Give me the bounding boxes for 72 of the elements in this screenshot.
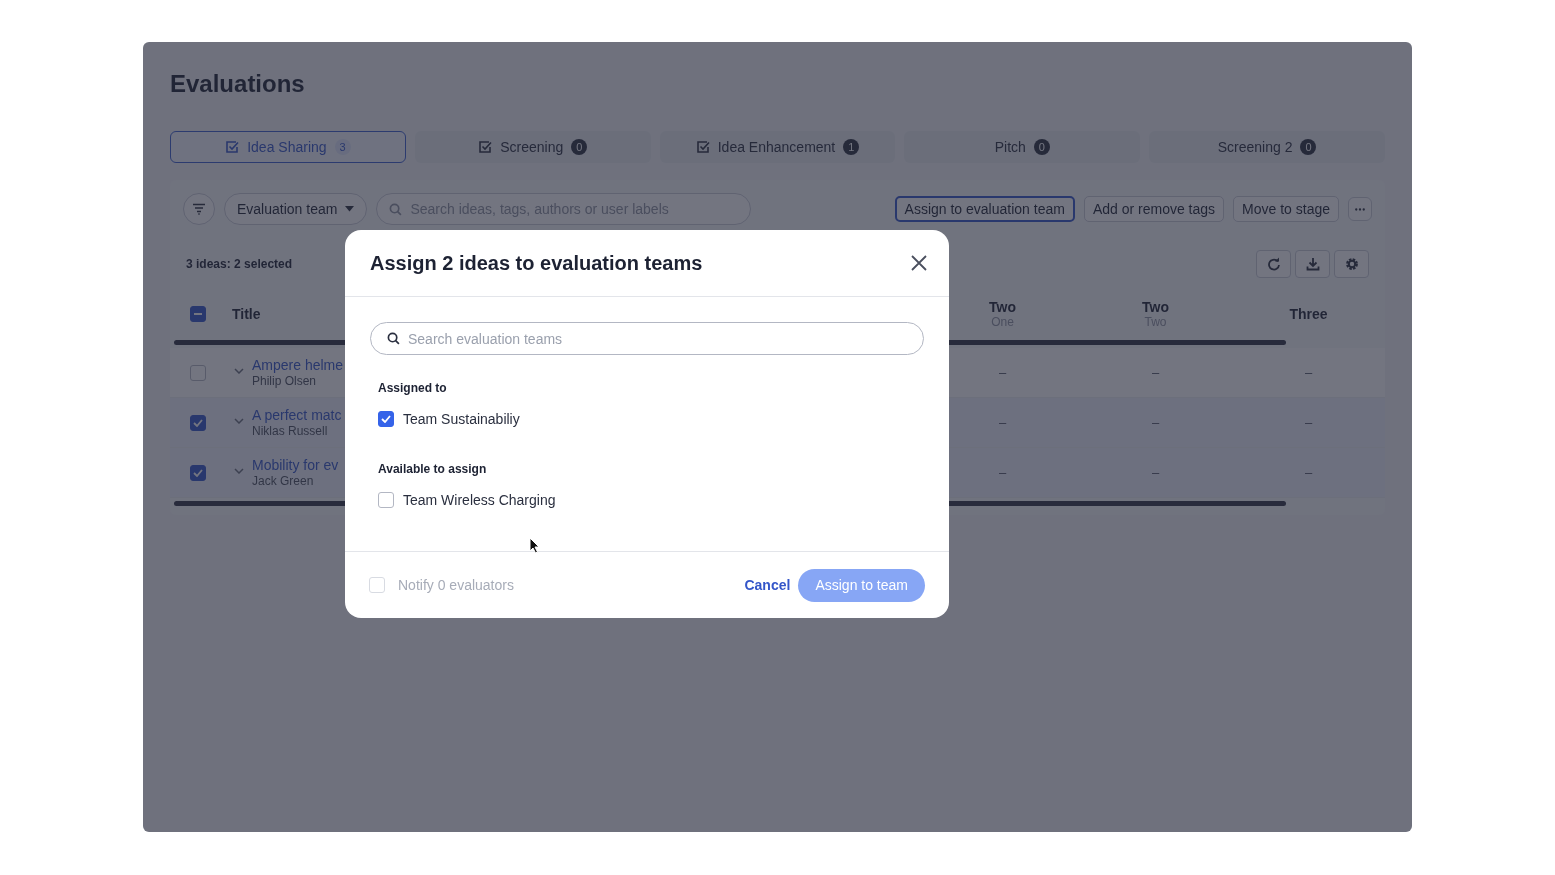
checkmark-icon [193, 418, 203, 427]
refresh-icon [1266, 257, 1281, 271]
download-icon [1305, 257, 1320, 271]
table-cell-text: – [1150, 465, 1161, 480]
more-icon [1355, 207, 1365, 211]
mouse-cursor-icon [529, 537, 540, 554]
tab[interactable]: Idea Sharing 3 [170, 131, 406, 163]
checkbox-tick-icon [478, 140, 493, 154]
author-name: Niklas Russell [252, 424, 329, 438]
settings-button[interactable] [1334, 250, 1369, 278]
column-header: Two [989, 298, 1016, 315]
count-badge: 1 [843, 139, 860, 155]
filter-button[interactable] [183, 193, 215, 225]
settings-icon [1344, 257, 1359, 271]
checkmark-icon [193, 468, 203, 477]
checkbox[interactable] [378, 411, 394, 427]
section-heading: Available to assign [378, 462, 488, 476]
author-name: Philip Olsen [252, 374, 318, 388]
chevron-icon[interactable] [234, 468, 244, 474]
action-button[interactable]: Add or remove tags [1083, 196, 1225, 222]
row-checkbox[interactable] [190, 464, 206, 481]
idea-link[interactable]: Ampere helme [252, 357, 344, 373]
chevron-icon[interactable] [234, 368, 244, 374]
filter-icon [192, 203, 206, 215]
table-cell-text: – [997, 415, 1008, 430]
action-button[interactable]: Assign to evaluation team [894, 196, 1075, 222]
count-badge: 3 [334, 139, 351, 155]
idea-link[interactable]: Mobility for ev [252, 457, 339, 473]
column-header: Three [1289, 305, 1328, 322]
notify-option: Notify 0 evaluators [369, 577, 737, 593]
tab[interactable]: Screening 0 [414, 131, 651, 163]
page-title: Evaluations [170, 69, 306, 99]
idea-link[interactable]: A perfect matc [252, 407, 342, 423]
table-cell-text: – [1303, 415, 1314, 430]
tab[interactable]: Screening 2 0 [1149, 131, 1385, 163]
column-header: Title [232, 305, 261, 322]
author-name: Jack Green [252, 474, 315, 488]
team-option[interactable]: Team Sustainabiliy [378, 411, 924, 427]
table-cell-text: – [997, 365, 1008, 380]
count-badge: 0 [1033, 139, 1050, 155]
checkbox-tick-icon [695, 140, 710, 154]
selection-summary: 3 ideas: 2 selected [186, 257, 293, 271]
table-cell-text: – [1150, 365, 1161, 380]
team-option[interactable]: Team Wireless Charging [378, 492, 924, 508]
select-all-checkbox[interactable] [190, 305, 206, 322]
table-cell-text: – [1303, 465, 1314, 480]
search-icon [387, 332, 400, 345]
checkbox-tick-icon [225, 140, 240, 154]
dash-icon [194, 312, 202, 315]
tab[interactable]: Pitch 0 [904, 131, 1141, 163]
table-cell-text: – [1303, 365, 1314, 380]
column-header: Two [1142, 298, 1169, 315]
chevron-icon[interactable] [234, 418, 244, 424]
filter-dropdown[interactable]: Evaluation team [224, 193, 368, 225]
tab[interactable]: Idea Enhancement 1 [659, 131, 896, 163]
row-checkbox[interactable] [190, 414, 206, 431]
refresh-button[interactable] [1256, 250, 1291, 278]
cancel-button[interactable]: Cancel [744, 577, 791, 593]
count-badge: 0 [571, 139, 588, 155]
checkmark-icon [381, 415, 391, 423]
search-icon [389, 202, 403, 216]
checkbox[interactable] [378, 492, 394, 508]
table-cell-text: – [997, 465, 1008, 480]
table-cell-text: – [1150, 415, 1161, 430]
action-button[interactable]: Move to stage [1233, 196, 1339, 222]
row-checkbox[interactable] [190, 364, 206, 381]
dialog-title: Assign 2 ideas to evaluation teams [370, 251, 704, 275]
section-heading: Assigned to [378, 381, 448, 395]
download-button[interactable] [1295, 250, 1330, 278]
more-button[interactable] [1348, 197, 1372, 221]
count-badge: 0 [1300, 139, 1317, 155]
caret-icon [345, 206, 355, 212]
